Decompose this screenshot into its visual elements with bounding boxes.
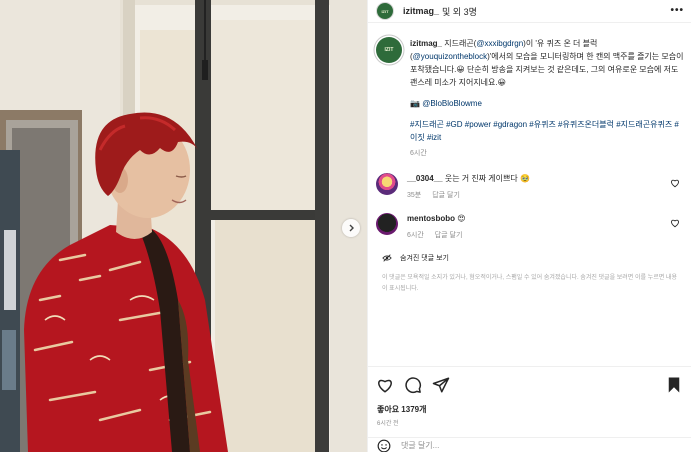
comment-username[interactable]: __0304__ — [407, 174, 443, 183]
comment-username[interactable]: mentosbobo — [407, 214, 455, 223]
reply-button[interactable]: 답글 달기 — [435, 232, 463, 239]
comment-item: mentosbobo 😍 6시간 답글 달기 — [376, 213, 684, 242]
caption-username[interactable]: izitmag_ — [410, 39, 442, 48]
hidden-comments-label: 숨겨진 댓글 보기 — [400, 255, 449, 262]
avatar[interactable] — [376, 213, 398, 235]
emoji-icon[interactable] — [377, 439, 391, 452]
comment-time[interactable]: 6시간 — [407, 232, 424, 239]
post-time[interactable]: 6시간 전 — [377, 418, 399, 427]
comment-input[interactable]: 댓글 달기... — [368, 437, 691, 452]
avatar-text: IZIT — [384, 47, 394, 53]
post-media[interactable] — [0, 0, 367, 452]
caption-mention[interactable]: @BloBloBlowme — [422, 99, 482, 108]
post-header: IZIT izitmag_ 및 외 3명 ••• — [368, 0, 691, 22]
comment-text: 웃는 거 진짜 게이쁘다 🥹 — [444, 174, 530, 183]
avatar[interactable]: IZIT — [376, 2, 394, 20]
reply-button[interactable]: 답글 달기 — [432, 192, 460, 199]
chevron-right-icon — [349, 224, 354, 232]
avatar-text: IZIT — [381, 8, 389, 14]
comment-icon[interactable] — [404, 376, 422, 394]
caption-text: 지드래곤( — [442, 39, 477, 48]
caption-mention[interactable]: @xxxibgdrgn — [476, 39, 523, 48]
share-icon[interactable] — [432, 376, 450, 394]
comment-body: __0304__ 웃는 거 진짜 게이쁘다 🥹 35분 답글 달기 — [407, 173, 667, 202]
post-caption: IZIT izitmag_ 지드래곤(@xxxibgdrgn)이 '유 퀴즈 온… — [376, 37, 684, 160]
heart-icon[interactable] — [376, 376, 394, 394]
avatar[interactable] — [376, 173, 398, 195]
like-count[interactable]: 좋아요 1379개 — [377, 404, 426, 415]
hidden-comments-note: 이 댓글은 모욕적일 소지가 있거나, 혐오적이거나, 스팸일 수 있어 숨겨졌… — [382, 275, 677, 292]
hidden-eye-icon — [382, 254, 392, 262]
caption-mention[interactable]: @youquizontheblock — [413, 52, 487, 61]
post-photo — [0, 0, 367, 452]
more-icon[interactable]: ••• — [670, 5, 684, 16]
bookmark-icon[interactable] — [666, 376, 682, 394]
post-side-panel: IZIT izitmag_ 및 외 3명 ••• IZIT izitmag_ 지… — [367, 0, 691, 452]
header-collaborators[interactable]: 및 외 3명 — [442, 5, 477, 18]
comment-time[interactable]: 35분 — [407, 192, 421, 199]
heart-icon[interactable] — [670, 178, 680, 188]
next-media-button[interactable] — [342, 219, 360, 237]
comment-body: mentosbobo 😍 6시간 답글 달기 — [407, 213, 667, 242]
heart-icon[interactable] — [670, 218, 680, 228]
post-actions: 좋아요 1379개 6시간 전 댓글 달기... — [368, 366, 691, 452]
comment-item: __0304__ 웃는 거 진짜 게이쁘다 🥹 35분 답글 달기 — [376, 173, 684, 202]
header-username[interactable]: izitmag_ — [403, 6, 439, 16]
view-hidden-comments-button[interactable]: 숨겨진 댓글 보기 — [382, 253, 682, 263]
comments-scroll-area[interactable]: IZIT izitmag_ 지드래곤(@xxxibgdrgn)이 '유 퀴즈 온… — [368, 22, 691, 366]
camera-icon: 📷 — [410, 99, 420, 108]
caption-body: izitmag_ 지드래곤(@xxxibgdrgn)이 '유 퀴즈 온 더 블럭… — [410, 37, 684, 160]
caption-time[interactable]: 6시간 — [410, 147, 684, 160]
caption-avatar[interactable]: IZIT — [376, 37, 402, 63]
photo-credit: 📷 @BloBloBlowme — [410, 97, 684, 110]
caption-hashtags[interactable]: #지드래곤 #GD #power #gdragon #유퀴즈 #유퀴즈온더블럭 … — [410, 118, 684, 144]
comment-placeholder: 댓글 달기... — [401, 441, 440, 450]
comment-text: 😍 — [457, 214, 466, 223]
